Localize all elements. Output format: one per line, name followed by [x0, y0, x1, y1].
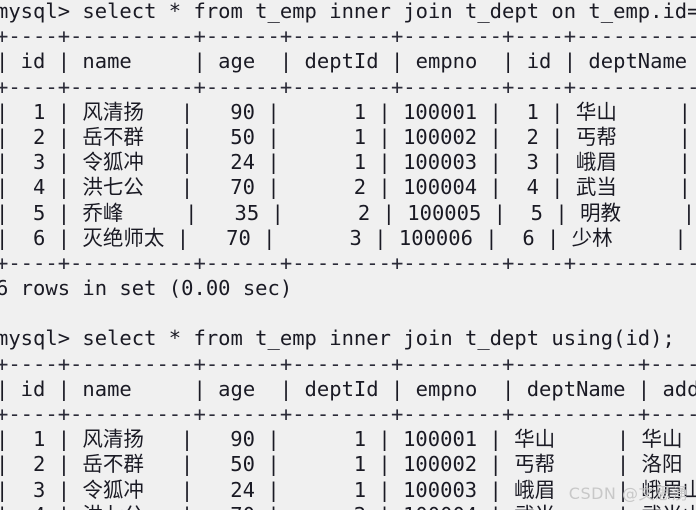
table-rule: +----+----------+------+--------+-------… [0, 351, 696, 376]
table-rule: +----+----------+------+--------+-------… [0, 250, 696, 275]
terminal-line: | 1 | 风清扬 | 90 | 1 | 100001 | 华山 | 华山 | [0, 427, 696, 452]
terminal-line: | 3 | 令狐冲 | 24 | 1 | 100003 | 峨眉 | 峨眉山 | [0, 477, 696, 502]
terminal-output[interactable]: mysql> select * from t_emp inner join t_… [0, 0, 696, 510]
terminal-line: | 2 | 岳不群 | 50 | 1 | 100002 | 丐帮 | 洛阳 | [0, 452, 696, 477]
terminal-line: 6 rows in set (0.00 sec) [0, 276, 293, 301]
terminal-line: | 3 | 令狐冲 | 24 | 1 | 100003 | 3 | 峨眉 | 峨… [0, 150, 691, 175]
terminal-line: | 6 | 灭绝师太 | 70 | 3 | 100006 | 6 | 少林 | … [0, 225, 687, 250]
terminal-line: | 4 | 洪七公 | 70 | 2 | 100004 | 4 | 武当 | 武… [0, 175, 691, 200]
terminal-line: | 2 | 岳不群 | 50 | 1 | 100002 | 2 | 丐帮 | 洛… [0, 124, 691, 149]
terminal-line: | id | name | age | deptId | empno | id … [0, 49, 688, 74]
terminal-line: | 5 | 乔峰 | 35 | 2 | 100005 | 5 | 明教 | 光明… [0, 200, 696, 225]
terminal-line: | 4 | 洪七公 | 70 | 2 | 100004 | 武当 | 武当山 | [0, 503, 696, 510]
table-rule: +----+----------+------+--------+-------… [0, 24, 696, 49]
table-rule: +----+----------+------+--------+-------… [0, 402, 696, 426]
terminal-screen: mysql> select * from t_emp inner join t_… [0, 0, 696, 510]
table-rule: +----+----------+------+--------+-------… [0, 74, 696, 99]
terminal-line: mysql> select * from t_emp inner join t_… [0, 326, 675, 351]
terminal-line: mysql> select * from t_emp inner join t_… [0, 0, 696, 23]
terminal-line: | 1 | 风清扬 | 90 | 1 | 100001 | 1 | 华山 | 华… [0, 99, 691, 124]
terminal-line: | id | name | age | deptId | empno | dep… [0, 376, 696, 401]
